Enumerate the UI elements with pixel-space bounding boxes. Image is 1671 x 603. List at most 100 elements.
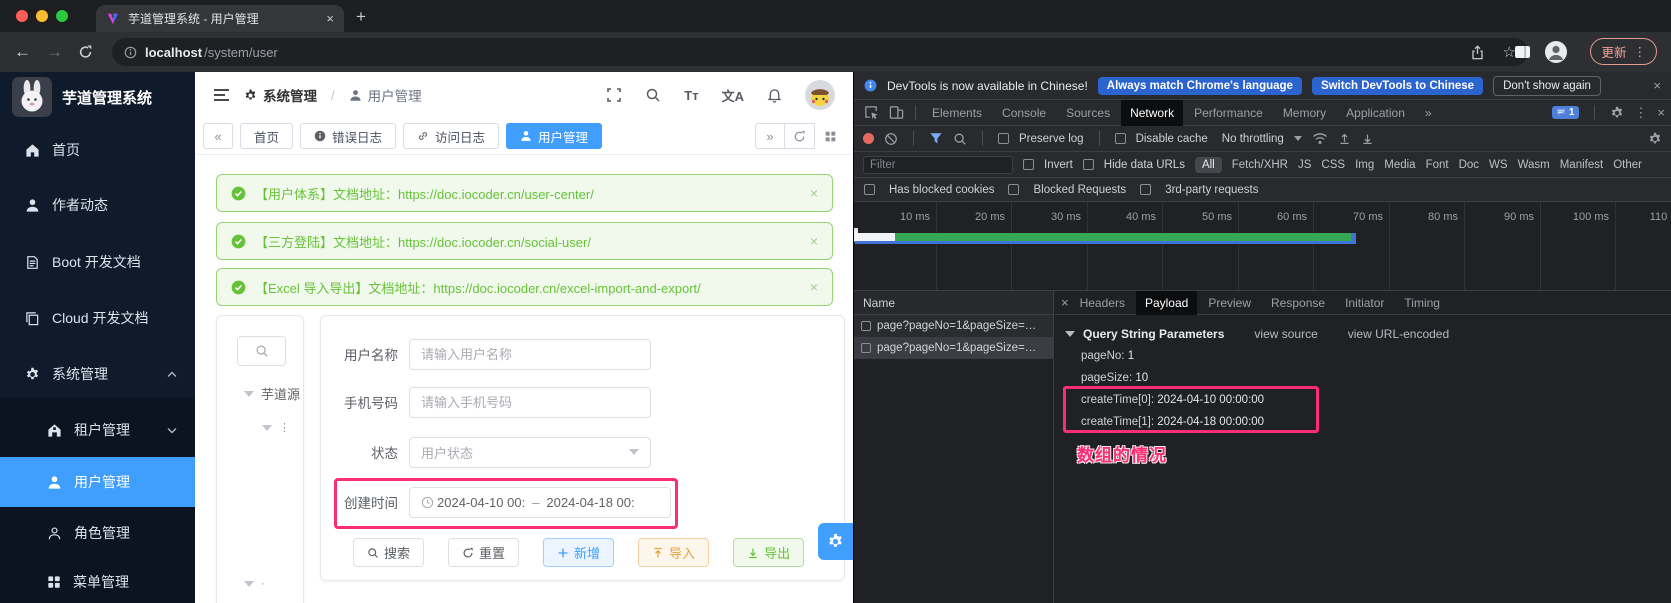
query-string-section-header[interactable]: Query String Parameters view source view… [1065, 324, 1671, 344]
sidebar-item-system-management[interactable]: 系统管理 [0, 349, 195, 399]
detail-tab-timing[interactable]: Timing [1395, 291, 1449, 315]
translate-icon[interactable]: 文A [722, 86, 744, 105]
dismiss-banner-button[interactable]: Don't show again [1493, 76, 1601, 96]
detail-tab-payload[interactable]: Payload [1136, 291, 1197, 315]
blocked-requests-checkbox[interactable] [1008, 184, 1019, 195]
network-settings-gear-icon[interactable] [1648, 132, 1662, 146]
devtools-tab-console[interactable]: Console [993, 100, 1055, 126]
filter-type-img[interactable]: Img [1355, 159, 1374, 171]
preserve-log-checkbox[interactable] [998, 133, 1009, 144]
status-select[interactable]: 用户状态 [409, 437, 651, 468]
back-icon[interactable]: ← [14, 42, 31, 62]
sidebar-item-role-management[interactable]: 角色管理 [0, 508, 195, 558]
tree-node-bottom[interactable]: · [244, 578, 265, 590]
mobile-input[interactable] [409, 387, 651, 418]
network-timeline-overview[interactable]: 10 ms 20 ms 30 ms 40 ms 50 ms 60 ms 70 m… [854, 202, 1671, 290]
invert-checkbox[interactable] [1023, 159, 1034, 170]
username-input[interactable] [409, 339, 651, 370]
third-party-requests-checkbox[interactable] [1140, 184, 1151, 195]
caret-down-icon[interactable] [244, 581, 254, 587]
clear-network-log-icon[interactable] [884, 132, 898, 146]
filter-type-all[interactable]: All [1195, 157, 1222, 173]
fullscreen-icon[interactable] [606, 87, 622, 103]
maximize-window-button[interactable] [56, 10, 68, 22]
filter-type-manifest[interactable]: Manifest [1560, 159, 1603, 171]
theme-settings-button[interactable] [818, 523, 853, 560]
bell-icon[interactable] [767, 87, 782, 103]
minimize-window-button[interactable] [36, 10, 48, 22]
detail-tab-preview[interactable]: Preview [1199, 291, 1260, 315]
devtools-tab-application[interactable]: Application [1337, 100, 1414, 126]
mobile-input-field[interactable] [421, 395, 639, 410]
view-url-encoded-link[interactable]: view URL-encoded [1348, 327, 1449, 341]
filter-type-other[interactable]: Other [1613, 159, 1642, 171]
throttling-select[interactable]: No throttling [1222, 133, 1284, 145]
sidebar-item-home[interactable]: 首页 [0, 125, 195, 175]
inspect-element-icon[interactable] [860, 105, 883, 120]
new-tab-button[interactable]: + [356, 8, 366, 25]
import-button[interactable]: 导入 [638, 538, 709, 567]
refresh-tab-button[interactable] [785, 123, 815, 149]
chrome-update-button[interactable]: 更新 ⋮ [1590, 38, 1657, 65]
detail-tab-response[interactable]: Response [1262, 291, 1334, 315]
sidebar-item-cloud-docs[interactable]: Cloud 开发文档 [0, 293, 195, 343]
request-checkbox[interactable] [861, 343, 871, 353]
tree-node-root[interactable]: 芋道源 [244, 384, 300, 403]
detail-tab-initiator[interactable]: Initiator [1336, 291, 1393, 315]
close-icon[interactable]: × [810, 233, 818, 249]
search-network-icon[interactable] [953, 132, 967, 146]
browser-menu-icon[interactable]: ⋮ [1634, 44, 1647, 59]
import-har-icon[interactable] [1338, 132, 1351, 145]
font-size-icon[interactable]: Tᴛ [684, 88, 698, 103]
search-button[interactable]: 搜索 [353, 538, 424, 567]
has-blocked-cookies-checkbox[interactable] [864, 184, 875, 195]
settings-gear-icon[interactable] [1610, 106, 1624, 120]
close-icon[interactable]: × [810, 185, 818, 201]
view-source-link[interactable]: view source [1254, 327, 1317, 341]
caret-down-icon[interactable] [262, 425, 272, 431]
network-filter-input[interactable] [863, 156, 1013, 174]
tabs-scroll-right-button[interactable]: » [755, 123, 785, 149]
app-logo-row[interactable]: 芋道管理系统 [12, 77, 152, 117]
add-button[interactable]: 新增 [543, 538, 614, 567]
caret-down-icon[interactable] [244, 391, 254, 397]
profile-avatar-icon[interactable] [1544, 40, 1568, 64]
export-har-icon[interactable] [1361, 132, 1374, 145]
more-tabs-icon[interactable]: » [1416, 100, 1441, 126]
username-input-field[interactable] [421, 347, 639, 362]
filter-type-wasm[interactable]: Wasm [1518, 159, 1550, 171]
reset-button[interactable]: 重置 [448, 538, 519, 567]
filter-funnel-icon[interactable] [929, 132, 943, 145]
close-icon[interactable]: × [810, 279, 818, 295]
reload-icon[interactable] [78, 45, 93, 60]
tree-node-child[interactable]: ⋮ [262, 421, 290, 434]
request-checkbox[interactable] [861, 321, 871, 331]
sidebar-item-menu-management[interactable]: 菜单管理 [0, 557, 195, 603]
search-icon[interactable] [645, 87, 661, 103]
devtools-tab-performance[interactable]: Performance [1185, 100, 1272, 126]
close-detail-icon[interactable]: × [1061, 295, 1069, 310]
hide-data-urls-checkbox[interactable] [1083, 159, 1094, 170]
layout-grid-icon[interactable] [815, 123, 845, 149]
devtools-tab-elements[interactable]: Elements [923, 100, 991, 126]
devtools-tab-sources[interactable]: Sources [1057, 100, 1119, 126]
device-toolbar-icon[interactable] [885, 105, 908, 120]
close-devtools-icon[interactable]: × [1657, 105, 1665, 120]
request-row[interactable]: page?pageNo=1&pageSize=… [854, 315, 1053, 337]
hamburger-menu-icon[interactable] [213, 88, 230, 102]
page-tab-home[interactable]: 首页 [240, 123, 293, 149]
side-panel-icon[interactable] [1514, 44, 1531, 60]
detail-tab-headers[interactable]: Headers [1071, 291, 1134, 315]
close-window-button[interactable] [16, 10, 28, 22]
tree-search-input[interactable] [237, 336, 286, 366]
page-tab-error-log[interactable]: 错误日志 [300, 123, 396, 149]
issues-counter[interactable]: 1 [1552, 106, 1580, 119]
breadcrumb-root[interactable]: 系统管理 [244, 85, 317, 105]
filter-type-media[interactable]: Media [1384, 159, 1415, 171]
browser-tab[interactable]: 芋道管理系统 - 用户管理 × [96, 5, 344, 32]
filter-type-font[interactable]: Font [1426, 159, 1449, 171]
site-info-icon[interactable] [124, 46, 137, 59]
devtools-tab-memory[interactable]: Memory [1274, 100, 1335, 126]
request-row-selected[interactable]: page?pageNo=1&pageSize=… [854, 337, 1053, 359]
caret-down-icon[interactable] [1065, 331, 1075, 337]
